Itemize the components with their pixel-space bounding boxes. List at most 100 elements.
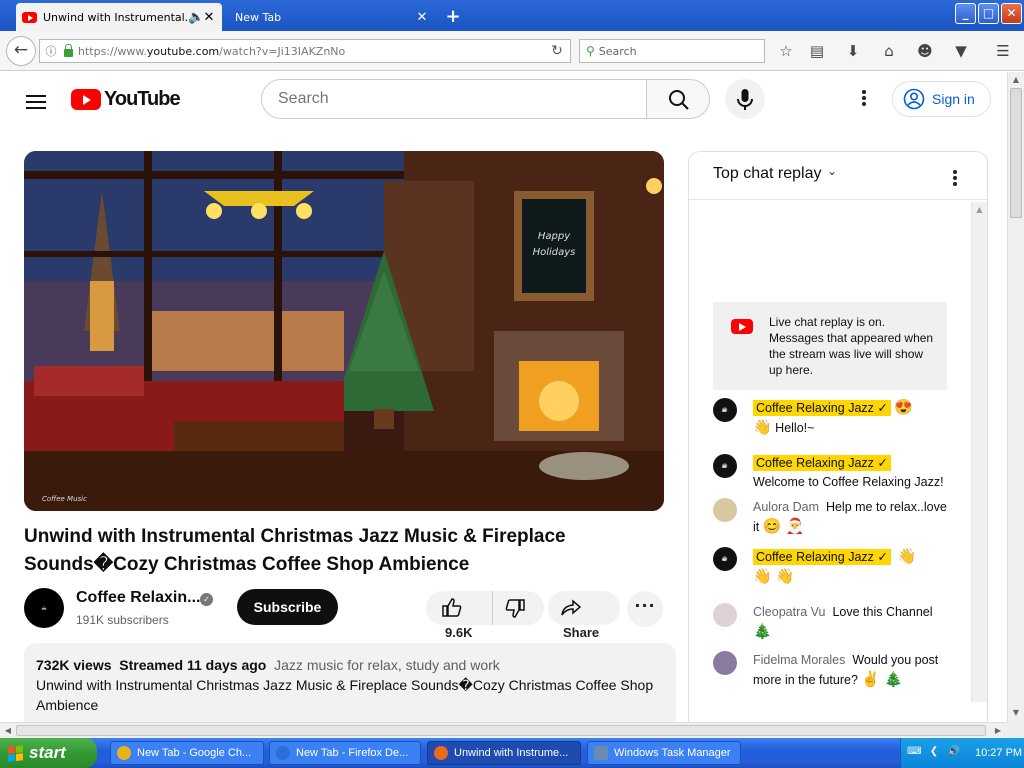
home-icon[interactable]: ⌂ (879, 42, 899, 60)
video-frame-image: Happy Holidays Coffee Music (24, 151, 664, 511)
voice-search-button[interactable] (725, 79, 765, 119)
author-avatar[interactable]: ☕ (713, 398, 737, 422)
video-tags[interactable]: Jazz music for relax, study and work (274, 657, 500, 673)
search-placeholder: Search (598, 44, 637, 58)
window-close-button[interactable]: ✕ (1001, 3, 1022, 24)
stream-date: Streamed 11 days ago (119, 657, 267, 673)
search-icon (669, 90, 689, 110)
waving-hands-emoji-icon: 👋 👋 (753, 568, 795, 585)
bookmark-star-icon[interactable]: ☆ (776, 42, 796, 60)
thumbs-up-icon (442, 598, 462, 617)
description-box[interactable]: 732K views Streamed 11 days ago Jazz mus… (24, 643, 676, 722)
author-name[interactable]: Aulora Dam (753, 500, 819, 514)
chat-more-icon[interactable] (946, 168, 964, 188)
clock[interactable]: 10:27 PM (975, 747, 1022, 759)
scroll-left-arrow-icon[interactable]: ◀ (0, 723, 16, 739)
author-name[interactable]: Fidelma Morales (753, 653, 845, 667)
sign-in-button[interactable]: Sign in (892, 81, 991, 117)
close-tab-icon[interactable]: ✕ (202, 10, 216, 25)
author-avatar[interactable] (713, 651, 737, 675)
notice-text: Live chat replay is on. Messages that ap… (769, 315, 934, 377)
url-text[interactable]: https://www.youtube.com/watch?v=Ji13IAKZ… (78, 45, 544, 58)
channel-name[interactable]: Coffee Relaxin... (76, 589, 201, 607)
scroll-up-arrow-icon[interactable]: ▲ (972, 202, 987, 218)
owner-author-badge[interactable]: Coffee Relaxing Jazz ✓ (753, 549, 891, 565)
search-button[interactable] (646, 79, 710, 119)
author-avatar[interactable] (713, 603, 737, 627)
tab-youtube-video[interactable]: Unwind with Instrumental... 🔈 ✕ (16, 3, 222, 31)
video-player[interactable]: Happy Holidays Coffee Music (24, 151, 664, 511)
taskbar-item-firefox-dev[interactable]: New Tab - Firefox De... (269, 741, 421, 765)
back-button[interactable]: ← (6, 36, 36, 66)
more-actions-button[interactable]: ··· (627, 591, 663, 627)
scrollbar-thumb[interactable] (16, 725, 986, 736)
page-vertical-scrollbar[interactable]: ▲ ▼ (1007, 72, 1024, 722)
chat-message: ☕ Coffee Relaxing Jazz ✓ 👋 👋 👋 (713, 547, 953, 587)
reload-icon[interactable]: ↻ (544, 43, 570, 59)
settings-more-icon[interactable] (855, 88, 873, 110)
video-title-line: Sounds�Cozy Christmas Coffee Shop Ambien… (24, 554, 470, 575)
volume-icon[interactable]: 🔊 (947, 746, 961, 760)
subscribe-button[interactable]: Subscribe (237, 589, 338, 625)
youtube-favicon-icon (22, 11, 37, 23)
microphone-icon (737, 89, 753, 110)
scroll-right-arrow-icon[interactable]: ▶ (990, 723, 1006, 739)
pocket-icon[interactable]: ▼ (951, 42, 971, 60)
url-bar[interactable]: ⓘ https://www.youtube.com/watch?v=Ji13IA… (39, 39, 571, 63)
author-avatar[interactable]: ☕ (713, 547, 737, 571)
logo-text: YouTube (104, 88, 181, 110)
arrow-left-icon: ← (13, 40, 29, 60)
taskbar-item-chrome[interactable]: New Tab - Google Ch... (110, 741, 264, 765)
channel-avatar[interactable]: ☕ (24, 588, 64, 628)
author-avatar[interactable]: ☕ (713, 454, 737, 478)
thumb-sign-text: Happy (538, 231, 571, 242)
scroll-up-arrow-icon[interactable]: ▲ (1008, 72, 1024, 87)
menu-icon[interactable]: ☰ (993, 42, 1013, 60)
hello-smiley-icon[interactable]: ☻ (915, 42, 935, 60)
like-button[interactable] (426, 591, 492, 625)
chevron-down-icon[interactable]: ⌄ (827, 164, 837, 178)
chat-scrollbar[interactable]: ▲ (971, 202, 987, 702)
like-count: 9.6K (445, 625, 473, 640)
reading-list-icon[interactable]: ▤ (807, 42, 827, 60)
share-button[interactable] (548, 591, 620, 625)
message-text: Hello!~ (775, 421, 815, 435)
taskbar-item-task-manager[interactable]: Windows Task Manager (587, 741, 741, 765)
chat-mode-selector[interactable]: Top chat replay (713, 165, 822, 183)
search-input[interactable] (261, 79, 647, 119)
download-icon[interactable]: ⬇ (843, 42, 863, 60)
author-avatar[interactable] (713, 498, 737, 522)
author-name[interactable]: Cleopatra Vu (753, 605, 826, 619)
speaker-icon[interactable]: 🔈 (188, 10, 204, 25)
owner-author-badge[interactable]: Coffee Relaxing Jazz ✓ (753, 455, 891, 471)
scroll-down-arrow-icon[interactable]: ▼ (1008, 705, 1024, 720)
waving-hand-emoji-icon: 👋 (897, 548, 917, 565)
start-button[interactable]: start (0, 738, 97, 768)
browser-toolbar: ← ⓘ https://www.youtube.com/watch?v=Ji13… (0, 31, 1024, 71)
windows-flag-icon (8, 744, 23, 762)
keyboard-icon[interactable]: ⌨ (907, 746, 921, 760)
scrollbar-thumb[interactable] (1010, 88, 1022, 218)
window-minimize-button[interactable]: _ (955, 3, 976, 24)
waving-hand-emoji-icon: 👋 (753, 419, 772, 436)
owner-author-badge[interactable]: Coffee Relaxing Jazz ✓ (753, 400, 891, 416)
info-icon[interactable]: ⓘ (44, 43, 58, 59)
guide-menu-icon[interactable] (26, 91, 46, 113)
youtube-logo[interactable]: YouTube (71, 88, 181, 111)
youtube-play-icon (71, 89, 101, 110)
message-text: Welcome to Coffee Relaxing Jazz! (753, 475, 944, 489)
dislike-button[interactable] (492, 591, 544, 625)
chat-message: ☕ Coffee Relaxing Jazz ✓ Welcome to Coff… (713, 454, 953, 492)
browser-search-field[interactable]: ⚲ Search (579, 39, 765, 63)
page-horizontal-scrollbar[interactable]: ◀ ▶ (0, 722, 1007, 738)
system-tray: ⌨ ❮ 🔊 10:27 PM (900, 738, 1024, 768)
tab-new-tab[interactable]: New Tab ✕ (223, 3, 435, 31)
tray-expand-icon[interactable]: ❮ (927, 746, 941, 760)
close-tab-icon[interactable]: ✕ (415, 10, 429, 25)
window-maximize-button[interactable]: □ (978, 3, 999, 24)
chat-replay-notice: Live chat replay is on. Messages that ap… (713, 302, 947, 390)
taskbar-item-firefox-youtube[interactable]: Unwind with Instrume... (427, 741, 581, 765)
task-label: Windows Task Manager (614, 747, 731, 759)
chat-message: ☕ Coffee Relaxing Jazz ✓ 😍 👋 Hello!~ (713, 398, 953, 438)
new-tab-plus-icon[interactable]: + (444, 6, 462, 27)
